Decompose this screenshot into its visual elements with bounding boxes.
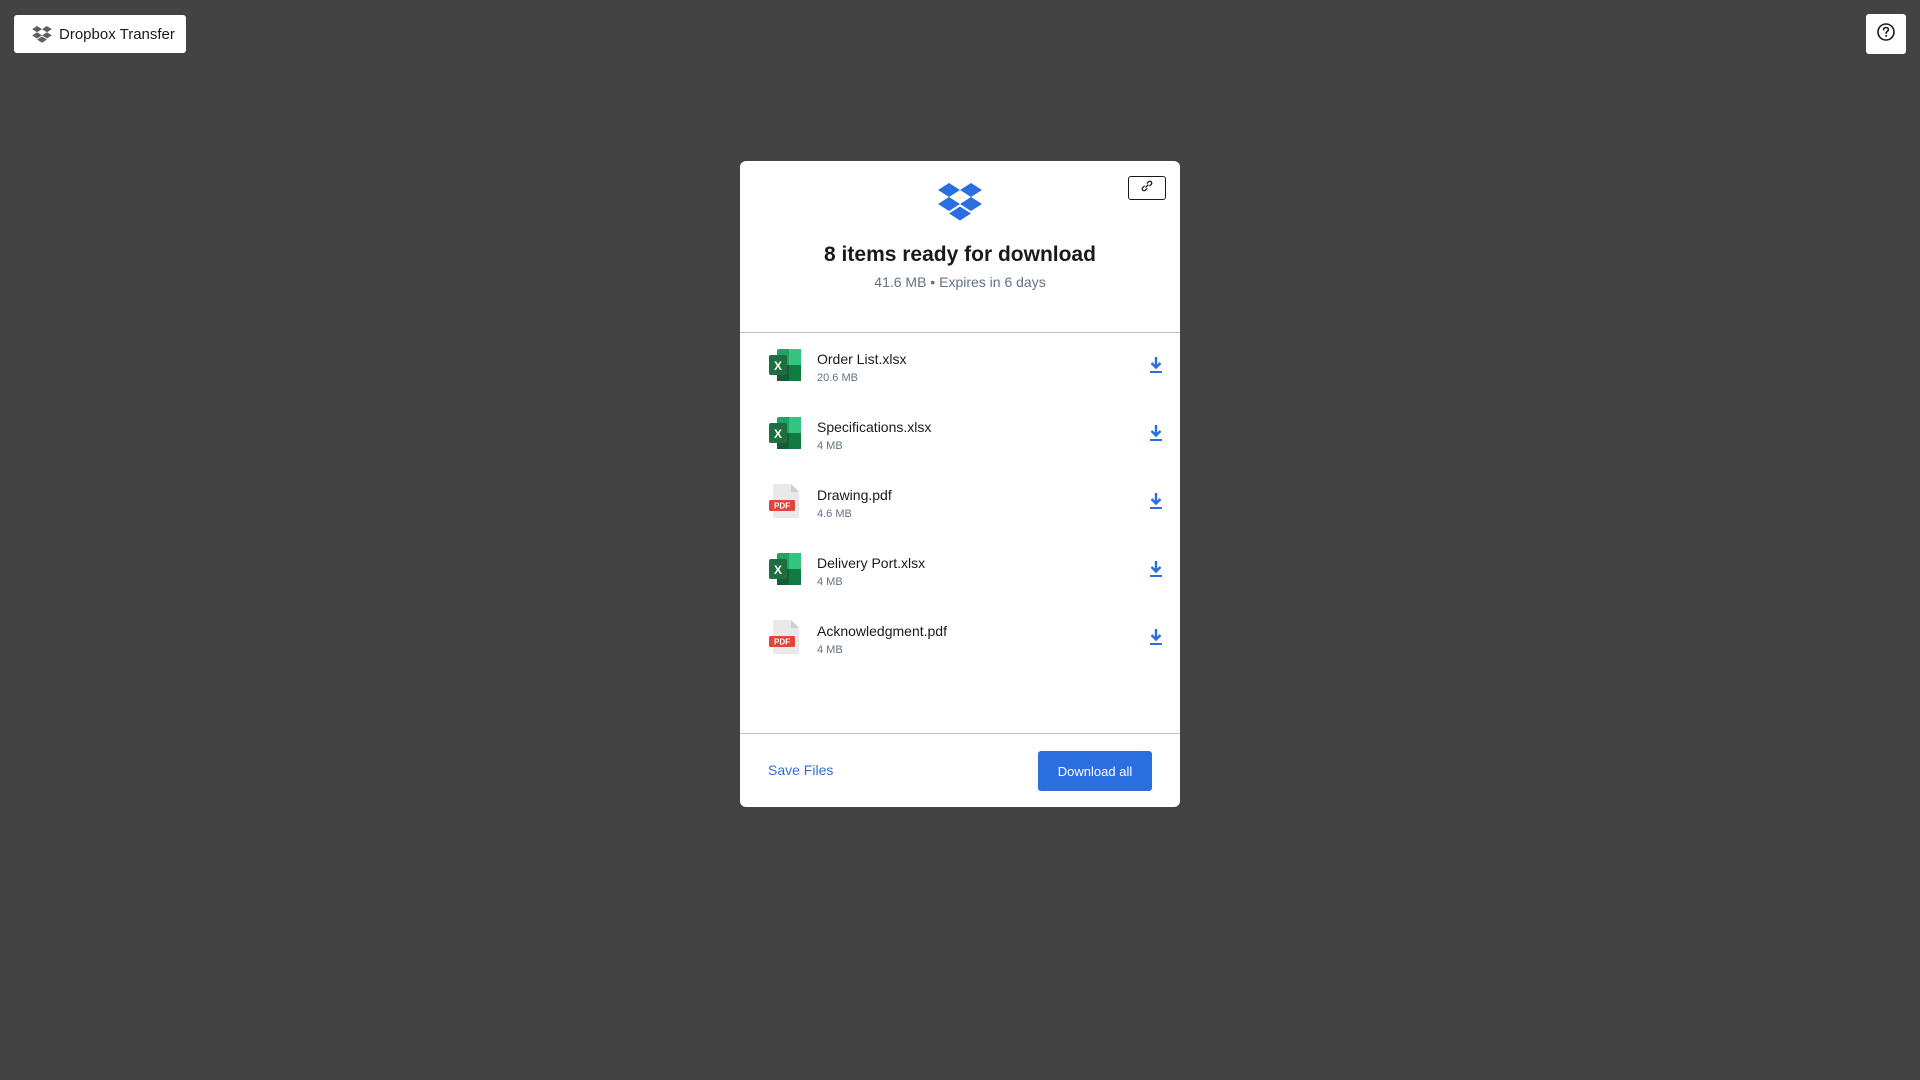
help-button[interactable] — [1866, 14, 1906, 54]
pdf-file-icon: PDF — [769, 619, 803, 655]
svg-text:X: X — [774, 359, 782, 373]
file-name: Acknowledgment.pdf — [817, 623, 947, 639]
file-size: 4 MB — [817, 440, 843, 452]
file-name: Drawing.pdf — [817, 487, 892, 503]
file-row[interactable]: X Order List.xlsx 20.6 MB — [740, 333, 1180, 401]
transfer-subtitle: 41.6 MB • Expires in 6 days — [874, 274, 1046, 290]
file-size: 4 MB — [817, 644, 843, 656]
file-row[interactable]: PDF Drawing.pdf 4.6 MB — [740, 469, 1180, 537]
pdf-file-icon: PDF — [769, 483, 803, 519]
card-header: 8 items ready for download 41.6 MB • Exp… — [740, 161, 1180, 333]
svg-text:PDF: PDF — [774, 502, 790, 511]
svg-text:PDF: PDF — [774, 638, 790, 647]
download-icon[interactable] — [1146, 625, 1166, 649]
brand-label: Dropbox Transfer — [59, 25, 175, 43]
svg-text:X: X — [774, 563, 782, 577]
download-icon[interactable] — [1146, 489, 1166, 513]
transfer-card: 8 items ready for download 41.6 MB • Exp… — [740, 161, 1180, 807]
excel-file-icon: X — [769, 415, 803, 451]
help-circle-icon — [1876, 22, 1896, 47]
divider — [740, 733, 1180, 734]
dropbox-logo-icon — [938, 183, 982, 221]
file-size: 20.6 MB — [817, 372, 858, 384]
file-size: 4.6 MB — [817, 508, 852, 520]
dropbox-transfer-brand-button[interactable]: Dropbox Transfer — [14, 15, 186, 53]
download-all-button[interactable]: Download all — [1038, 751, 1152, 791]
dropbox-logo-icon — [32, 25, 54, 43]
file-name: Delivery Port.xlsx — [817, 555, 926, 571]
file-list: X Order List.xlsx 20.6 MB X Specificatio… — [740, 333, 1180, 733]
file-size: 4 MB — [817, 576, 843, 588]
save-files-link[interactable]: Save Files — [768, 762, 833, 778]
file-name: Specifications.xlsx — [817, 419, 932, 435]
svg-text:X: X — [774, 427, 782, 441]
transfer-title: 8 items ready for download — [824, 243, 1096, 266]
file-row[interactable]: X Specifications.xlsx 4 MB — [740, 401, 1180, 469]
file-row[interactable]: X Delivery Port.xlsx 4 MB — [740, 537, 1180, 605]
download-icon[interactable] — [1146, 557, 1166, 581]
download-icon[interactable] — [1146, 421, 1166, 445]
file-name: Order List.xlsx — [817, 351, 907, 367]
file-row[interactable]: PDF Acknowledgment.pdf 4 MB — [740, 605, 1180, 673]
download-icon[interactable] — [1146, 353, 1166, 377]
excel-file-icon: X — [769, 347, 803, 383]
excel-file-icon: X — [769, 551, 803, 587]
